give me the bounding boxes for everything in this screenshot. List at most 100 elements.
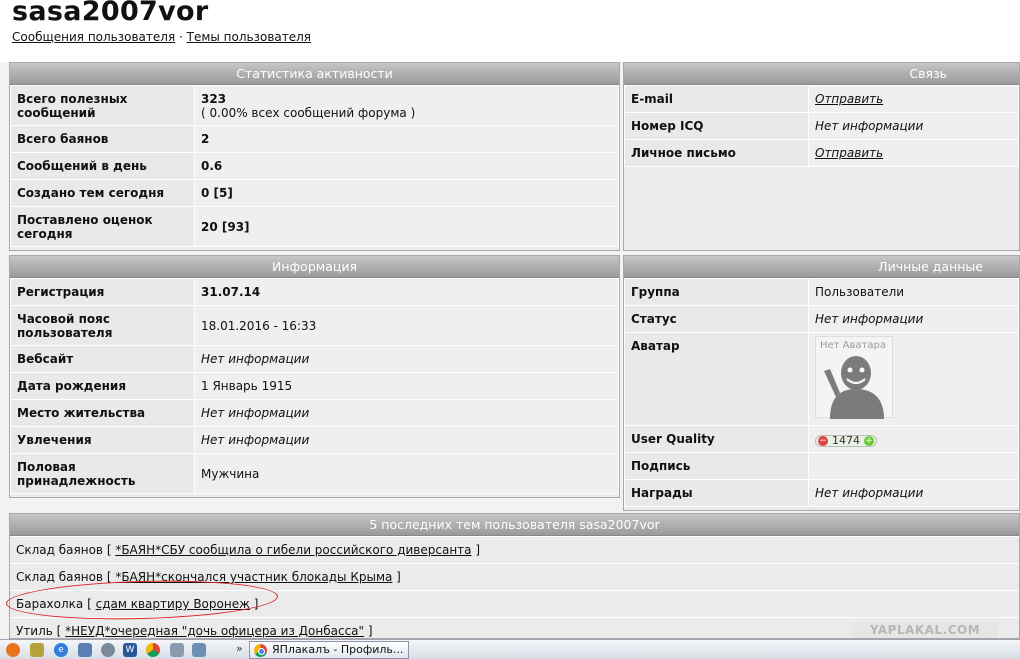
row-label: Всего баянов <box>10 125 195 153</box>
row-label: Статус <box>624 305 809 333</box>
row-value: Мужчина <box>194 453 619 494</box>
table-row: Всего полезных сообщений 323( 0.00% всех… <box>10 85 619 126</box>
row-value: 0.6 <box>194 152 619 180</box>
row-label: User Quality <box>624 425 809 453</box>
user-topics-link[interactable]: Темы пользователя <box>187 30 311 44</box>
chrome-icon <box>254 644 267 657</box>
avatar: Нет Аватара <box>815 336 893 419</box>
table-row: Статус Нет информации <box>624 305 1019 333</box>
stats-table: Всего полезных сообщений 323( 0.00% всех… <box>10 85 619 247</box>
list-item: Склад баянов [ *БАЯН*СБУ сообщила о гибе… <box>10 536 1019 563</box>
table-row: Номер ICQ Нет информации <box>624 112 1019 140</box>
last-topics-panel: 5 последних тем пользователя sasa2007vor… <box>9 513 1020 639</box>
personal-data-panel: Личные данные Группа Пользователи Статус… <box>623 255 1020 511</box>
table-row: Вебсайт Нет информации <box>10 345 619 373</box>
panel-title: Связь <box>624 63 1019 85</box>
send-pm-link[interactable]: Отправить <box>815 146 883 160</box>
table-row: Часовой пояс пользователя 18.01.2016 - 1… <box>10 305 619 346</box>
row-value: 31.07.14 <box>194 278 619 306</box>
row-label: Награды <box>624 479 809 507</box>
row-label: Поставлено оценок сегодня <box>10 206 195 247</box>
activity-stats-panel: Статистика активности Всего полезных соо… <box>9 62 620 251</box>
table-row: Сообщений в день 0.6 <box>10 152 619 180</box>
quality-minus-button[interactable]: − <box>818 435 828 446</box>
row-label: Сообщений в день <box>10 152 195 180</box>
row-label: Номер ICQ <box>624 112 809 140</box>
table-row: Всего баянов 2 <box>10 125 619 153</box>
row-value: Нет информации <box>194 426 619 454</box>
username-title: sasa2007vor <box>12 0 209 27</box>
word-icon[interactable]: W <box>123 643 137 657</box>
row-label: Регистрация <box>10 278 195 306</box>
table-row: Увлечения Нет информации <box>10 426 619 454</box>
app-icon[interactable] <box>192 643 206 657</box>
row-label: Дата рождения <box>10 372 195 400</box>
row-label: E-mail <box>624 85 809 113</box>
info-table: Регистрация 31.07.14 Часовой пояс пользо… <box>10 278 619 494</box>
user-messages-link[interactable]: Сообщения пользователя <box>12 30 175 44</box>
panel-title: Личные данные <box>624 256 1019 278</box>
row-value: Нет информации <box>808 305 1019 333</box>
row-value: Нет информации <box>808 479 1019 507</box>
table-row: Дата рождения 1 Январь 1915 <box>10 372 619 400</box>
app-icon[interactable] <box>30 643 44 657</box>
row-value: Нет информации <box>194 345 619 373</box>
row-value <box>808 452 1019 480</box>
table-row: Поставлено оценок сегодня 20 [93] <box>10 206 619 247</box>
panel-title: Информация <box>10 256 619 278</box>
table-row: Место жительства Нет информации <box>10 399 619 427</box>
link-separator: · <box>175 30 187 44</box>
row-label: Увлечения <box>10 426 195 454</box>
contact-table: E-mail Отправить Номер ICQ Нет информаци… <box>624 85 1019 167</box>
row-label: Всего полезных сообщений <box>10 85 195 126</box>
profile-links: Сообщения пользователя · Темы пользовате… <box>12 30 311 44</box>
site-watermark: YAPLAKAL.COM <box>852 622 998 638</box>
table-row: Аватар Нет Аватара <box>624 332 1019 426</box>
quality-plus-button[interactable]: + <box>864 435 874 446</box>
row-value: Отправить <box>808 85 1019 113</box>
row-value: 1 Январь 1915 <box>194 372 619 400</box>
topic-link[interactable]: *БАЯН*СБУ сообщила о гибели российского … <box>115 543 471 557</box>
row-label: Место жительства <box>10 399 195 427</box>
row-value: 0 [5] <box>194 179 619 207</box>
quality-value: 1474 <box>832 434 860 447</box>
row-value: 323( 0.00% всех сообщений форума ) <box>194 85 619 126</box>
avatar-cell: Нет Аватара <box>808 332 1019 426</box>
table-row: Группа Пользователи <box>624 278 1019 306</box>
active-window-title: ЯПлакалъ - Профиль... <box>272 643 404 656</box>
row-value: − 1474 + <box>808 425 1019 453</box>
row-label: Половая принадлежность <box>10 453 195 494</box>
table-row: Регистрация 31.07.14 <box>10 278 619 306</box>
information-panel: Информация Регистрация 31.07.14 Часовой … <box>9 255 620 498</box>
personal-table: Группа Пользователи Статус Нет информаци… <box>624 278 1019 507</box>
row-value: Нет информации <box>194 399 619 427</box>
user-quality-badge: − 1474 + <box>815 434 877 447</box>
taskbar-active-window[interactable]: ЯПлакалъ - Профиль... <box>249 641 409 659</box>
firefox-icon[interactable] <box>6 643 20 657</box>
app-icon[interactable] <box>101 643 115 657</box>
row-value: Отправить <box>808 139 1019 167</box>
table-row: Награды Нет информации <box>624 479 1019 507</box>
app-icon[interactable] <box>170 643 184 657</box>
table-row: Половая принадлежность Мужчина <box>10 453 619 494</box>
profile-header: sasa2007vor Сообщения пользователя · Тем… <box>0 0 1020 62</box>
topic-forum: Утиль <box>16 624 53 638</box>
table-row: User Quality − 1474 + <box>624 425 1019 453</box>
topic-link[interactable]: *НЕУД*очередная "дочь офицера из Донбасс… <box>65 624 364 638</box>
row-label: Аватар <box>624 332 809 426</box>
send-email-link[interactable]: Отправить <box>815 92 883 106</box>
row-label: Группа <box>624 278 809 306</box>
no-avatar-icon <box>824 356 884 419</box>
taskbar-overflow-chevron[interactable]: » <box>236 642 243 655</box>
table-row: E-mail Отправить <box>624 85 1019 113</box>
row-value: Пользователи <box>808 278 1019 306</box>
internet-explorer-icon[interactable]: e <box>54 643 68 657</box>
chrome-icon[interactable] <box>146 643 160 657</box>
row-label: Вебсайт <box>10 345 195 373</box>
row-value: Нет информации <box>808 112 1019 140</box>
app-icon[interactable] <box>78 643 92 657</box>
taskbar: e W » ЯПлакалъ - Профиль... <box>0 639 1020 659</box>
contact-panel: Связь E-mail Отправить Номер ICQ Нет инф… <box>623 62 1020 251</box>
panel-title: 5 последних тем пользователя sasa2007vor <box>10 514 1019 536</box>
table-row: Подпись <box>624 452 1019 480</box>
